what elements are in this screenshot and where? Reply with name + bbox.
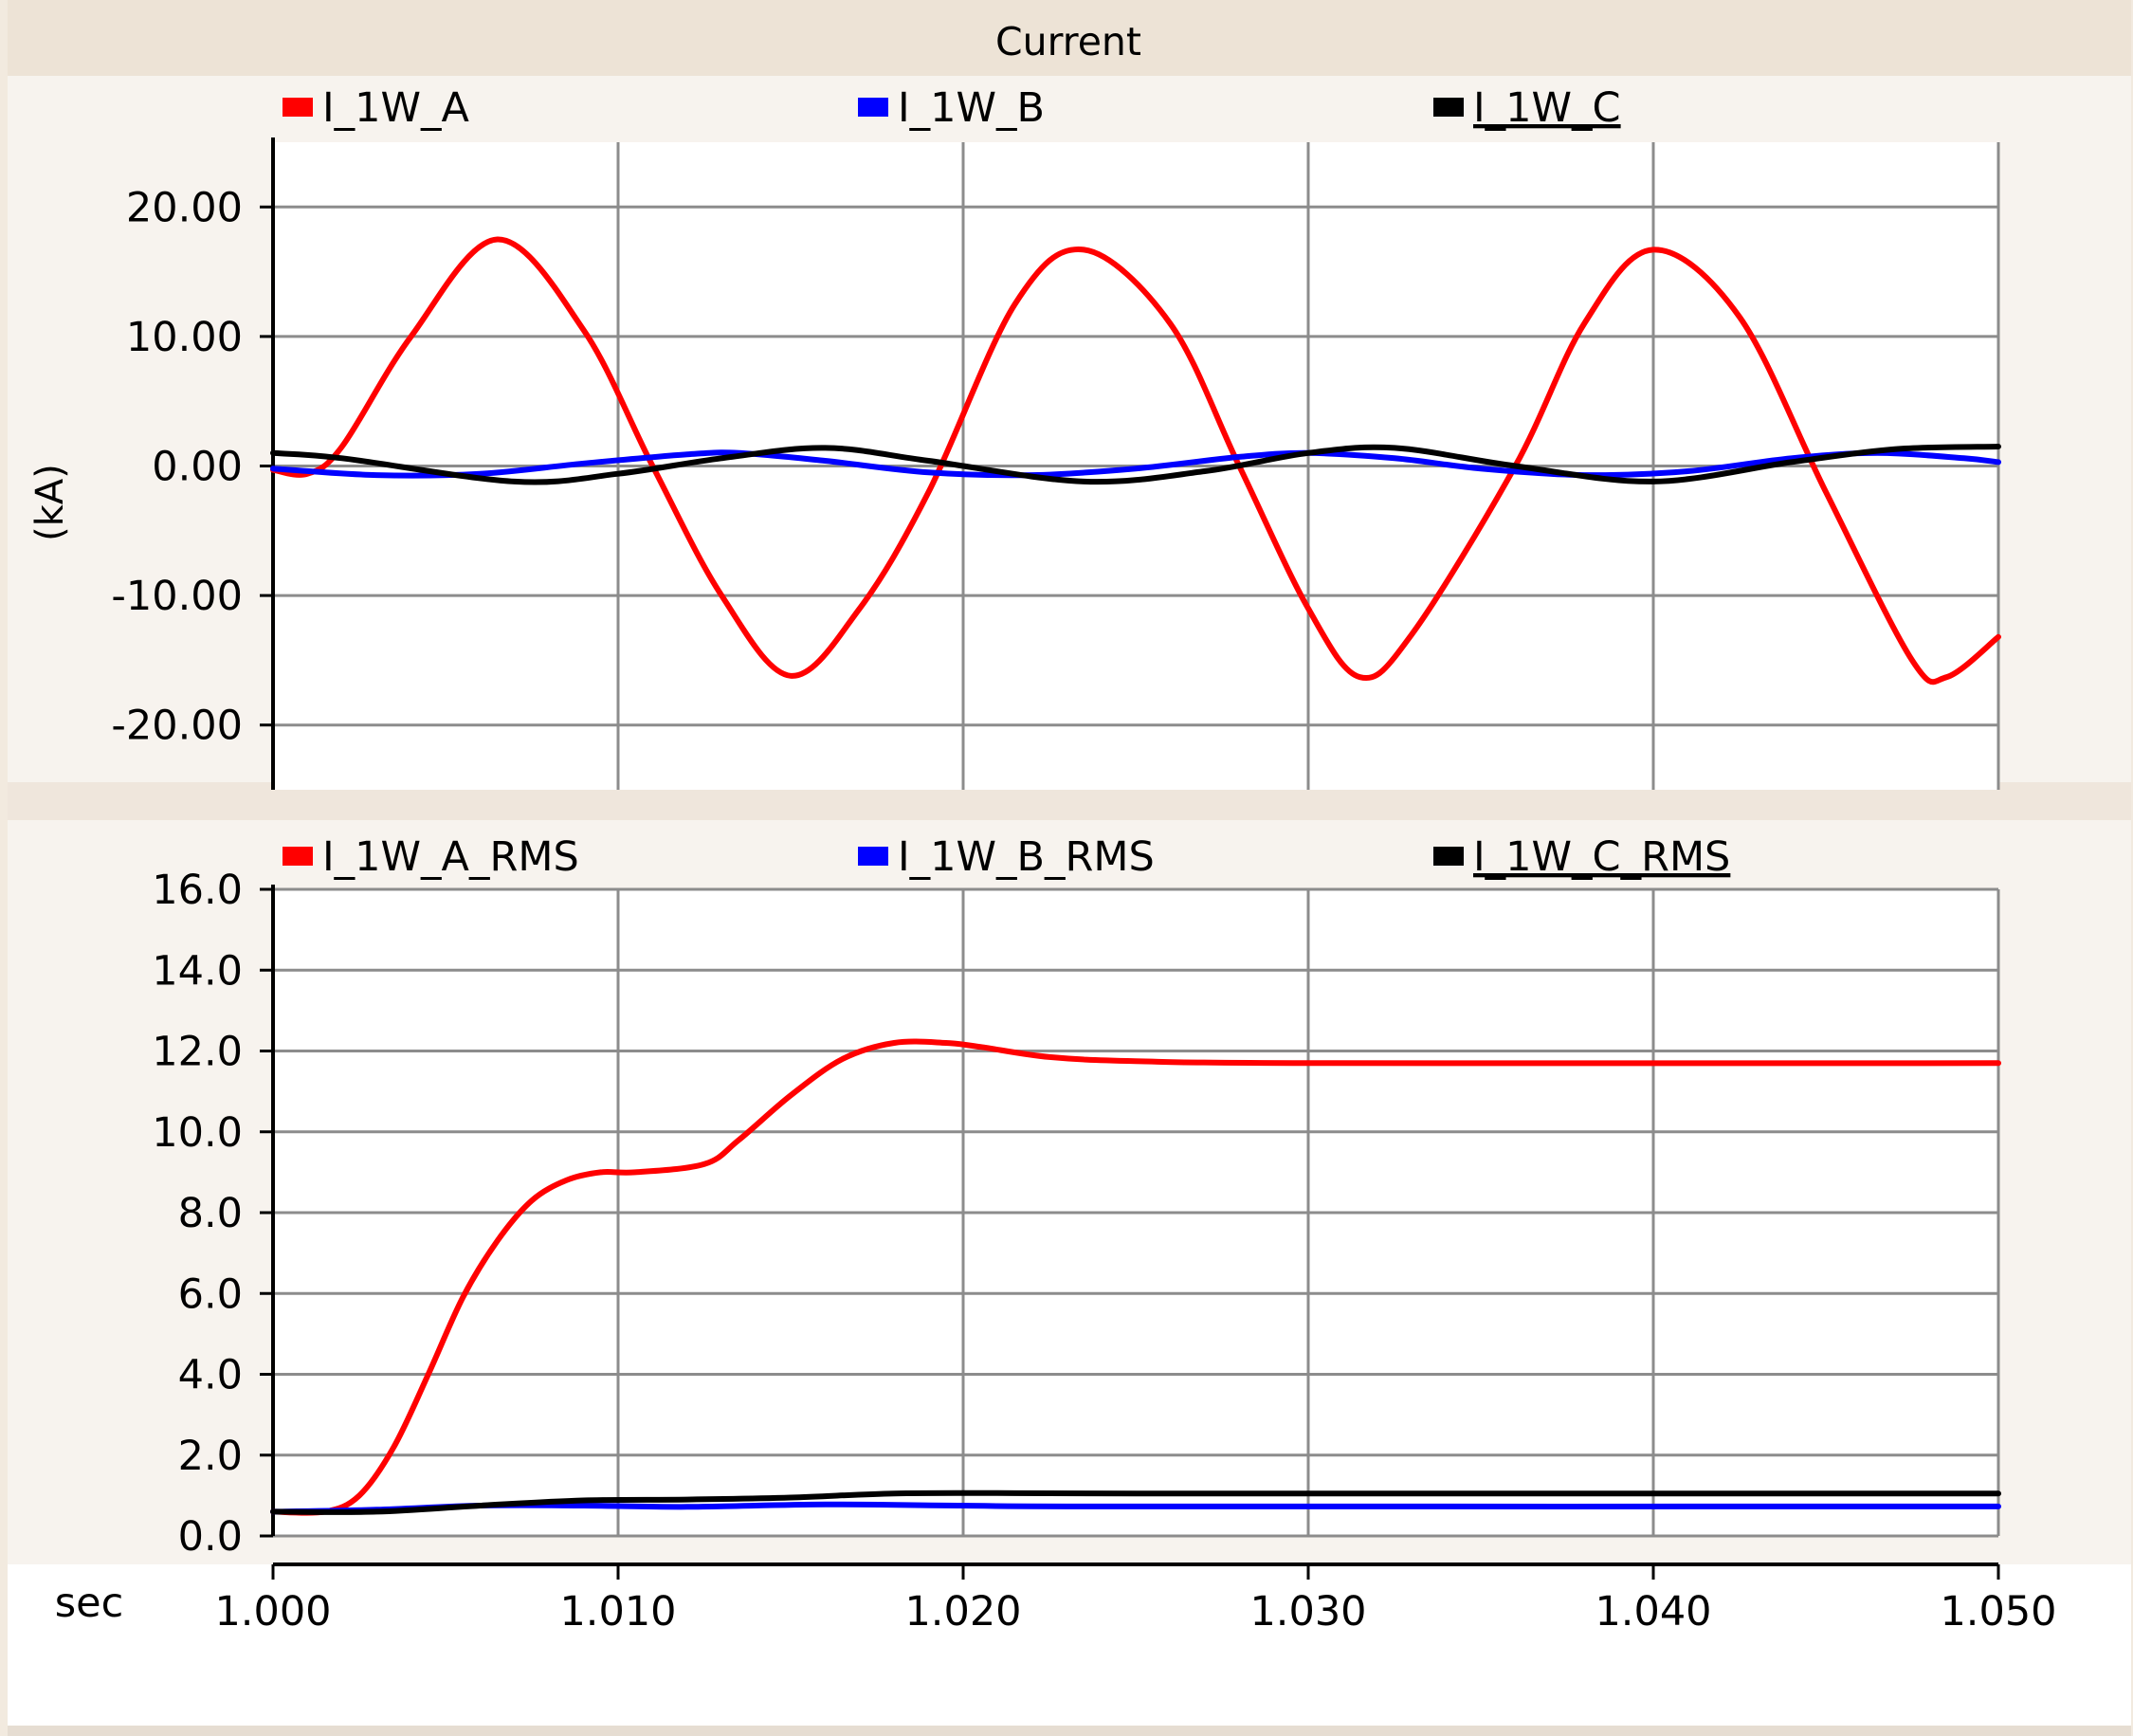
x-axis-unit-label: sec [55,1580,124,1627]
legend-swatch-i-1w-a-rms [283,847,313,866]
y-axis-unit-label: (kA) [28,464,72,541]
bottom-y-tick-label: 10.0 [152,1109,243,1157]
legend-swatch-i-1w-a [283,98,313,117]
bottom-rms-plot[interactable]: 16.0 14.0 12.0 10.0 8.0 6.0 4.0 2.0 0.0 [152,867,2001,1561]
top-y-tick-label: 0.00 [152,444,243,491]
legend-label-i-1w-b[interactable]: I_1W_B [898,84,1045,132]
legend-swatch-i-1w-b-rms [858,847,888,866]
bottom-y-tick-label: 0.0 [178,1513,243,1561]
x-tick-label: 1.010 [559,1588,676,1635]
x-tick-label: 1.040 [1595,1588,1711,1635]
legend-label-i-1w-a[interactable]: I_1W_A [322,84,470,132]
x-tick-label: 1.020 [904,1588,1021,1635]
x-tick-label: 1.000 [214,1588,331,1635]
bottom-y-tick-label: 12.0 [152,1029,243,1076]
legend-swatch-i-1w-c-rms [1433,847,1464,866]
legend-label-i-1w-a-rms[interactable]: I_1W_A_RMS [322,833,579,881]
top-y-tick-label: 20.00 [126,184,243,231]
x-tick-label: 1.030 [1249,1588,1366,1635]
top-y-tick-label: -20.00 [111,703,243,750]
window-title: Current [995,19,1141,64]
bottom-y-tick-label: 8.0 [178,1190,243,1237]
legend-swatch-i-1w-b [858,98,888,117]
bottom-y-tick-label: 2.0 [178,1433,243,1480]
top-y-tick-label: 10.00 [126,314,243,361]
bottom-y-tick-label: 16.0 [152,867,243,914]
top-current-plot[interactable]: 20.00 10.00 0.00 -10.00 -20.00 [111,137,2001,790]
current-plot-window: Current I_1W_A I_1W_B I_1W_C I_1W_A_RMS … [0,0,2133,1736]
top-y-tick-label: -10.00 [111,573,243,620]
bottom-legend: I_1W_A_RMS I_1W_B_RMS I_1W_C_RMS [283,833,1730,881]
current-chart-svg: Current I_1W_A I_1W_B I_1W_C I_1W_A_RMS … [0,0,2133,1736]
bottom-y-tick-label: 6.0 [178,1270,243,1318]
legend-swatch-i-1w-c [1433,98,1464,117]
bottom-y-tick-label: 4.0 [178,1352,243,1399]
bottom-y-tick-label: 14.0 [152,947,243,995]
legend-label-i-1w-c[interactable]: I_1W_C [1473,84,1621,132]
x-tick-label: 1.050 [1940,1588,2056,1635]
legend-label-i-1w-c-rms[interactable]: I_1W_C_RMS [1473,833,1730,881]
status-strip [8,1726,2131,1736]
legend-label-i-1w-b-rms[interactable]: I_1W_B_RMS [898,833,1155,881]
